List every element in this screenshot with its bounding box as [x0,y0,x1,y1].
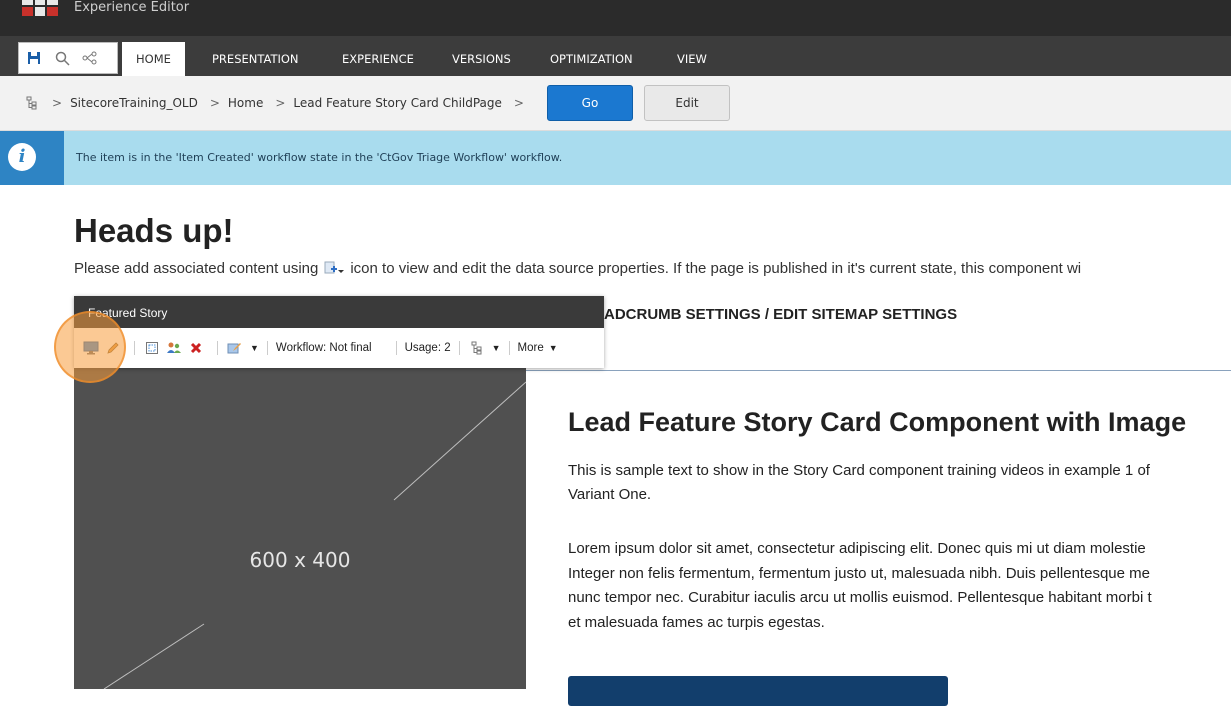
go-button[interactable]: Go [547,85,633,121]
share-tree-icon[interactable] [81,49,99,67]
workflow-message: The item is in the 'Item Created' workfl… [76,151,563,164]
toolbar-separator [458,341,460,355]
page-heading: Heads up! [74,212,234,249]
sitemap-settings-link[interactable]: ADCRUMB SETTINGS / EDIT SITEMAP SETTINGS [604,306,957,323]
card-paragraph-line: Lorem ipsum dolor sit amet, consectetur … [568,540,1146,557]
placeholder-diagonal-lines [103,381,526,689]
tab-optimization[interactable]: OPTIMIZATION [550,36,633,76]
chevron-down-icon[interactable]: ▼ [549,343,558,353]
breadcrumb-separator: > [209,96,220,110]
info-icon: i [8,143,36,171]
card-title: Lead Feature Story Card Component with I… [568,407,1187,437]
breadcrumb-separator: > [513,96,524,110]
toolbar-separator [395,341,397,355]
breadcrumb-item[interactable]: Home [228,96,263,110]
usage-count[interactable]: Usage: 2 [405,342,451,354]
component-chrome: Featured Story ▼ Workflow: Not final Usa… [74,296,604,368]
content-tree-icon[interactable] [468,339,486,357]
image-placeholder[interactable]: 600 x 400 [74,368,526,689]
notice-text-after: icon to view and edit the data source pr… [350,260,1082,277]
image-placeholder-size: 600 x 400 [249,548,351,572]
save-icon[interactable] [25,49,43,67]
tab-experience[interactable]: EXPERIENCE [342,36,414,76]
notice-text-before: Please add associated content using [74,260,319,277]
card-paragraph-line: Integer non felis fermentum, fermentum j… [568,565,1150,582]
workflow-status[interactable]: Workflow: Not final [276,342,372,354]
quick-access-toolbar [18,42,118,74]
search-icon[interactable] [53,49,71,67]
card-paragraph-line: This is sample text to show in the Story… [568,462,1150,479]
select-data-source-icon[interactable] [143,339,161,357]
chevron-down-icon[interactable]: ▼ [492,343,501,353]
tab-home[interactable]: HOME [122,42,185,76]
card-paragraph-line: Variant One. [568,486,652,503]
breadcrumb: > SitecoreTraining_OLD > Home > Lead Fea… [24,76,532,130]
card-paragraph-line: et malesuada fames ac turpis egestas. [568,614,825,631]
notice-text: Please add associated content using icon … [74,259,1081,279]
sitecore-logo-icon[interactable] [22,0,58,16]
info-icon-box: i [0,131,64,185]
toolbar-separator [266,341,268,355]
content-tree-icon[interactable] [24,95,40,111]
toolbar-separator [134,341,135,355]
chevron-down-icon[interactable]: ▼ [250,343,259,353]
delete-icon[interactable] [187,339,205,357]
app-title: Experience Editor [74,0,190,15]
edit-related-item-icon[interactable] [226,339,244,357]
breadcrumb-separator: > [52,96,63,110]
click-highlight [54,311,126,383]
toolbar-separator [217,341,218,355]
personalize-icon[interactable] [165,339,183,357]
card-cta-button[interactable] [568,676,948,706]
breadcrumb-item[interactable]: Lead Feature Story Card ChildPage [293,96,502,110]
edit-button[interactable]: Edit [644,85,730,121]
chrome-title: Featured Story [74,296,604,328]
toolbar-separator [508,341,510,355]
chrome-toolbar: ▼ Workflow: Not final Usage: 2 ▼ More ▼ [74,328,604,368]
tab-versions[interactable]: VERSIONS [452,36,511,76]
card-paragraph-line: nunc tempor nec. Curabitur iaculis arcu … [568,589,1152,606]
breadcrumb-item[interactable]: SitecoreTraining_OLD [70,96,198,110]
associated-content-icon [324,260,345,276]
more-menu[interactable]: More [518,342,544,354]
tab-view[interactable]: VIEW [677,36,707,76]
breadcrumb-separator: > [275,96,286,110]
content-divider [526,370,1231,371]
tab-presentation[interactable]: PRESENTATION [212,36,299,76]
